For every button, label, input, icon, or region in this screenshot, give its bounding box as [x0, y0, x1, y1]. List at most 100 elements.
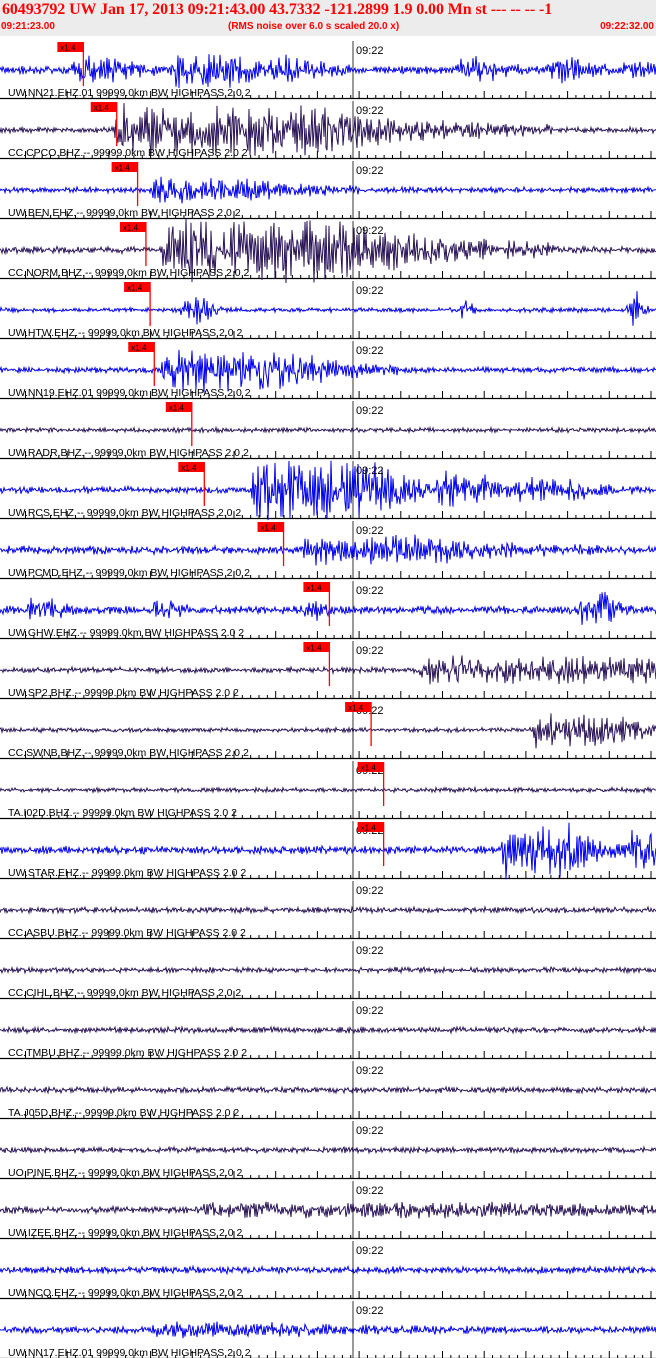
minute-label: 09:22 [356, 165, 384, 177]
minute-label: 09:22 [356, 1125, 384, 1137]
waveform-trace [0, 1085, 656, 1095]
event-title: 60493792 UW Jan 17, 2013 09:21:43.00 43.… [2, 1, 553, 18]
trace-panel: 09:22CC.SWNB.BHZ.-- 99999.0km BW HIGHPAS… [0, 701, 656, 760]
station-label: UW.STAR.EHZ.-- 99999.0km BW HIGHPASS 2.0… [8, 867, 246, 879]
minute-label: 09:22 [356, 285, 384, 297]
trace-panel: 09:22 UW.NN17.EHZ.01 99999.0km BW HIGHPAS… [0, 1301, 656, 1358]
minute-label: 09:22 [356, 225, 384, 237]
station-label: UW.PCMD.EHZ.-- 99999.0km BW HIGHPASS 2.0… [8, 567, 250, 579]
trace-panel: 09:22 UW.NN21.EHZ.01 99999.0km BW HIGHPAS… [0, 41, 656, 100]
waveform-trace [0, 591, 656, 625]
trace-panel: 09:22 UW.NCQ.EHZ.-- 99999.0km BW HIGHPASS… [0, 1241, 656, 1300]
pick-label: x1.4 [94, 104, 110, 113]
station-label: CC.NORM.BHZ.-- 99999.0km BW HIGHPASS 2.0… [8, 267, 250, 279]
minute-label: 09:22 [356, 945, 384, 957]
waveform-trace [0, 905, 656, 915]
minute-label: 09:22 [356, 1065, 384, 1077]
trace-panel: 09:22 CC.CIHL.BHZ.-- 99999.0km BW HIGHPAS… [0, 941, 656, 1000]
trace-panel: 09:22 UW.PCMD.EHZ.-- 99999.0km BW HIGHPAS… [0, 521, 656, 580]
station-label: UW.RADR.BHZ.-- 99999.0km BW HIGHPASS 2.0… [8, 447, 249, 459]
waveform-trace [0, 54, 656, 89]
pick-label: x1.4 [115, 164, 131, 173]
trace-panel: 09:22 UO.PINE.BHZ.-- 99999.0km BW HIGHPAS… [0, 1121, 656, 1180]
trace-panel: 09:22 UW.GHW.EHZ.-- 99999.0km BW HIGHPASS… [0, 581, 656, 640]
minute-label: 09:22 [356, 105, 384, 117]
waveform-trace [0, 1264, 656, 1276]
trace-panel: 09:22TA.I02D.BHZ.-- 99999.0km BW HIGHPAS… [0, 761, 656, 820]
trace-panel: 09:22 CC.NORM.BHZ.-- 99999.0km BW HIGHPAS… [0, 217, 656, 284]
waveform-trace [0, 1321, 656, 1339]
end-time: 09:22:32.00 [600, 21, 654, 32]
minute-label: 09:22 [356, 885, 384, 897]
station-label: CC.CPCO.BHZ.-- 99999.0km BW HIGHPASS 2.0… [8, 147, 248, 159]
station-label: UW.SP2.BHZ.-- 99999.0km BW HIGHPASS 2.0 … [8, 687, 239, 699]
station-label: UW.GHW.EHZ.-- 99999.0km BW HIGHPASS 2.0 … [8, 627, 244, 639]
station-label: TA.J05D.BHZ.-- 99999.0km BW HIGHPASS 2.0… [8, 1107, 239, 1119]
pick-label: x1.4 [348, 704, 364, 713]
station-label: TA.I02D.BHZ.-- 99999.0km BW HIGHPASS 2.0… [8, 807, 237, 819]
minute-label: 09:22 [356, 1185, 384, 1197]
waveform-trace [0, 713, 656, 749]
waveform-trace [0, 1201, 656, 1219]
minute-label: 09:22 [356, 645, 384, 657]
minute-label: 09:22 [356, 585, 384, 597]
minute-label: 09:22 [356, 1305, 384, 1317]
pick-label: x1.4 [361, 824, 377, 833]
trace-panel: 09:22 TA.J05D.BHZ.-- 99999.0km BW HIGHPAS… [0, 1061, 656, 1120]
trace-panel: 09:22UW.STAR.EHZ.-- 99999.0km BW HIGHPAS… [0, 821, 656, 880]
trace-panel: 09:22 CC.TMBU.BHZ.-- 99999.0km BW HIGHPAS… [0, 1001, 656, 1060]
station-label: UW.IZEE.BHZ.-- 99999.0km BW HIGHPASS 2.0… [8, 1227, 243, 1239]
trace-panel: 09:22 UW.RCS.EHZ.-- 99999.0km BW HIGHPASS… [0, 460, 656, 521]
station-label: UW.RCS.EHZ.-- 99999.0km BW HIGHPASS 2.0 … [8, 507, 241, 519]
pick-label: x1.4 [361, 764, 377, 773]
waveform-trace [0, 785, 656, 795]
minute-label: 09:22 [356, 345, 384, 357]
waveform-trace [0, 291, 656, 326]
station-label: UW.NN19.EHZ.01 99999.0km BW HIGHPASS 2.0… [8, 387, 251, 399]
waveform-trace [0, 534, 656, 566]
pick-label: x1.4 [131, 344, 147, 353]
trace-panels: 09:22 UW.NN21.EHZ.01 99999.0km BW HIGHPAS… [0, 41, 656, 1358]
trace-panel: 09:22 UW.BEN.EHZ.-- 99999.0km BW HIGHPASS… [0, 161, 656, 220]
trace-panel: 09:22 UW.NN19.EHZ.01 99999.0km BW HIGHPAS… [0, 341, 656, 400]
trace-panel: 09:22 UW.SP2.BHZ.-- 99999.0km BW HIGHPASS… [0, 641, 656, 700]
minute-label: 09:22 [356, 525, 384, 537]
station-label: UO.PINE.BHZ.-- 99999.0km BW HIGHPASS 2.0… [8, 1167, 243, 1179]
pick-label: x1.4 [181, 464, 197, 473]
minute-label: 09:22 [356, 1005, 384, 1017]
start-time: 09:21:23.00 [1, 21, 55, 32]
trace-panel: 09:22 UW.RADR.BHZ.-- 99999.0km BW HIGHPAS… [0, 401, 656, 460]
minute-label: 09:22 [356, 465, 384, 477]
station-label: UW.HTW.EHZ.-- 99999.0km BW HIGHPASS 2.0 … [8, 327, 243, 339]
header-bar: 60493792 UW Jan 17, 2013 09:21:43.00 43.… [0, 0, 656, 36]
trace-panel: 09:22 CC.CPCO.BHZ.-- 99999.0km BW HIGHPAS… [0, 101, 656, 160]
waveform-trace [0, 655, 656, 685]
pick-label: x1.4 [127, 284, 143, 293]
minute-label: 09:22 [356, 1245, 384, 1257]
minute-label: 09:22 [356, 45, 384, 57]
pick-label: x1.4 [306, 584, 322, 593]
station-label: CC.CIHL.BHZ.-- 99999.0km BW HIGHPASS 2.0… [8, 987, 241, 999]
noise-note: (RMS noise over 6.0 s scaled 20.0 x) [228, 21, 400, 32]
trace-panel: 09:22 UW.IZEE.BHZ.-- 99999.0km BW HIGHPAS… [0, 1181, 656, 1240]
waveform-trace [0, 176, 656, 204]
station-label: CC.ASBU.BHZ.-- 99999.0km BW HIGHPASS 2.0… [8, 927, 246, 939]
pick-label: x1.4 [169, 404, 185, 413]
pick-label: x1.4 [306, 644, 322, 653]
station-label: CC.TMBU.BHZ.-- 99999.0km BW HIGHPASS 2.0… [8, 1047, 247, 1059]
station-label: UW.NN17.EHZ.01 99999.0km BW HIGHPASS 2.0… [8, 1347, 251, 1358]
pick-label: x1.4 [123, 224, 139, 233]
trace-panel: 09:22 CC.ASBU.BHZ.-- 99999.0km BW HIGHPAS… [0, 881, 656, 940]
station-label: UW.NCQ.EHZ.-- 99999.0km BW HIGHPASS 2.0 … [8, 1287, 243, 1299]
waveform-trace [0, 965, 656, 975]
pick-label: x1.4 [60, 44, 76, 53]
station-label: CC.SWNB.BHZ.-- 99999.0km BW HIGHPASS 2.0… [8, 747, 249, 759]
trace-panel: 09:22 UW.HTW.EHZ.-- 99999.0km BW HIGHPASS… [0, 281, 656, 340]
pick-label: x1.4 [261, 524, 277, 533]
waveform-trace [0, 1145, 656, 1155]
station-label: UW.NN21.EHZ.01 99999.0km BW HIGHPASS 2.0… [8, 87, 251, 99]
waveform-trace [0, 425, 656, 435]
waveform-trace [0, 1025, 656, 1035]
seismogram-plot: 09:22 UW.NN21.EHZ.01 99999.0km BW HIGHPAS… [0, 41, 656, 1358]
station-label: UW.BEN.EHZ.-- 99999.0km BW HIGHPASS 2.0 … [8, 207, 241, 219]
